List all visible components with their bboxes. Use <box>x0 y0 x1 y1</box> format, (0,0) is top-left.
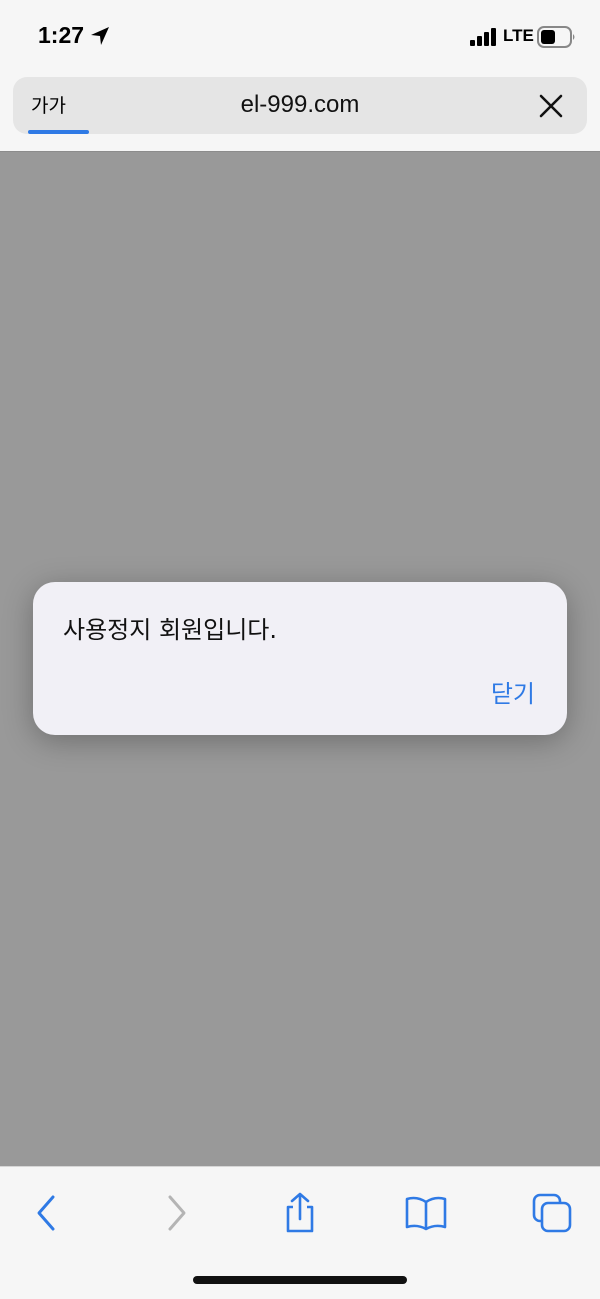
network-type: LTE <box>503 26 534 45</box>
signal-icon <box>470 28 496 46</box>
close-icon[interactable] <box>538 93 564 119</box>
url-text[interactable]: el-999.com <box>13 91 587 119</box>
address-bar[interactable]: 가가 el-999.com <box>13 77 587 134</box>
back-icon[interactable] <box>25 1191 69 1235</box>
tabs-icon[interactable] <box>530 1191 574 1235</box>
battery-icon <box>537 26 575 48</box>
alert-close-button[interactable]: 닫기 <box>491 674 535 709</box>
home-indicator <box>193 1276 407 1284</box>
alert-message: 사용정지 회원입니다. <box>63 616 277 644</box>
share-icon[interactable] <box>278 1191 322 1235</box>
location-arrow-icon <box>91 27 109 45</box>
status-bar: 1:27 LTE <box>0 0 600 75</box>
status-time: 1:27 <box>38 22 85 48</box>
load-progress-bar <box>28 130 89 134</box>
forward-icon[interactable] <box>154 1191 198 1235</box>
bookmarks-icon[interactable] <box>404 1191 448 1235</box>
alert-dialog: 사용정지 회원입니다. 닫기 <box>33 582 567 735</box>
